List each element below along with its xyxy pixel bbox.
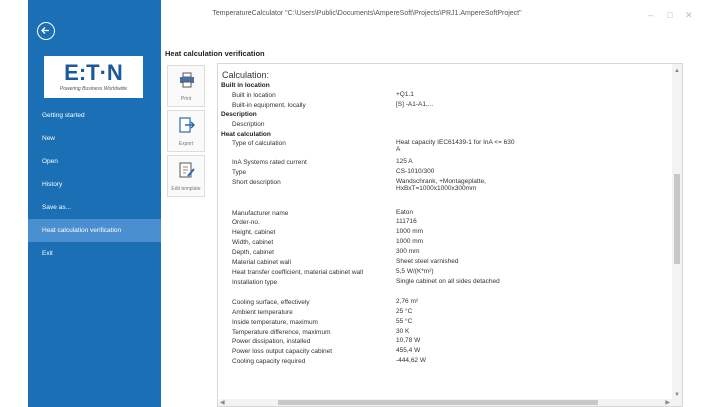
report-row-value: 1000 mm (396, 228, 424, 235)
report-row-value: 5,5 W/(K*m²) (396, 268, 434, 275)
report-row-label: Built-in equipment, locally (232, 102, 306, 109)
report-row-label: Power dissipation, installed (232, 338, 311, 345)
report-row-label: Width, cabinet (232, 239, 274, 246)
report-row-label: Height, cabinet (232, 229, 276, 236)
report-section-heading: Description (221, 111, 257, 118)
edit-template-button[interactable]: Edit template (167, 155, 205, 197)
printer-icon (180, 72, 194, 88)
report-row-label: Order-no. (232, 219, 260, 226)
menu-item-getting-started[interactable]: Getting started (28, 104, 161, 127)
horizontal-scroll-thumb[interactable] (278, 400, 598, 405)
report-row-value: [S] -A1-A1,... (396, 101, 434, 108)
menu-item-history[interactable]: History (28, 173, 161, 196)
report-row-value: 30 K (396, 328, 410, 335)
minimize-button[interactable]: – (648, 10, 653, 20)
horizontal-scrollbar[interactable]: ◀ ▶ (218, 399, 672, 406)
report-row-label: Manufacturer name (232, 210, 289, 217)
report-row-value: Single cabinet on all sides detached (396, 278, 500, 285)
report-toolbar: Print Export Edit template (165, 63, 208, 407)
print-label: Print (180, 96, 192, 102)
report-row-label: Depth, cabinet (232, 249, 274, 256)
vertical-scroll-thumb[interactable] (674, 174, 680, 264)
backstage-menu: Getting started New Open History Save as… (28, 104, 161, 265)
menu-item-exit[interactable]: Exit (28, 242, 161, 265)
report-row-label: Short description (232, 179, 281, 186)
report-title: Calculation: (222, 70, 270, 80)
report-row-value: 25 °C (396, 308, 413, 315)
report-row-value: CS-1010/300 (396, 168, 435, 175)
report-section-heading: Heat calculation (221, 131, 271, 138)
close-button[interactable]: ✕ (685, 10, 693, 21)
report-row-label: Temperature difference, maximum (232, 329, 331, 336)
report-row-label: Inside temperature, maximum (232, 319, 318, 326)
scroll-right-icon[interactable]: ▶ (665, 399, 670, 406)
scroll-left-icon[interactable]: ◀ (220, 399, 225, 406)
logo-tagline: Powering Business Worldwide (59, 86, 128, 92)
report-row-label: Description (232, 121, 265, 128)
back-button[interactable] (37, 22, 55, 40)
report-row-label: Built in location (232, 92, 276, 99)
menu-item-new[interactable]: New (28, 127, 161, 150)
menu-item-save-as[interactable]: Save as... (28, 196, 161, 219)
report-row-value: 455,4 W (396, 347, 421, 354)
export-button[interactable]: Export (167, 110, 205, 152)
app-window: TemperatureCalculator "C:\Users\Public\D… (28, 0, 706, 407)
print-button[interactable]: Print (167, 65, 205, 107)
report-row-label: Heat transfer coefficient, material cabi… (232, 269, 364, 276)
report-row-value: Eaton (396, 209, 413, 216)
report-row-label: Power loss output capacity cabinet (232, 348, 333, 355)
report-row-value: -444,62 W (396, 357, 426, 364)
export-icon (179, 117, 195, 133)
edit-template-icon (179, 162, 195, 178)
report-row-value: 111716 (396, 218, 417, 225)
report-row-label: Type of calculation (232, 140, 286, 147)
report-row-label: Installation type (232, 279, 278, 286)
backstage-sidebar: E:T·N Powering Business Worldwide Gettin… (28, 0, 161, 407)
report-row-value: 10,78 W (396, 337, 421, 344)
report-preview[interactable]: Calculation: Built in location Built in l… (217, 63, 683, 407)
menu-item-heat-calculation-verification[interactable]: Heat calculation verification (28, 219, 161, 242)
logo-wordmark: E:T·N (64, 60, 123, 85)
report-row-label: Cooling surface, effectively (232, 299, 310, 306)
maximize-button[interactable]: □ (667, 10, 672, 20)
scroll-up-icon[interactable]: ▲ (674, 68, 680, 74)
report-row-value: 300 mm (396, 248, 420, 255)
export-label: Export (178, 141, 194, 147)
report-row-value: 125 A (396, 158, 413, 165)
menu-item-open[interactable]: Open (28, 150, 161, 173)
scroll-down-icon[interactable]: ▼ (674, 392, 680, 398)
report-row-value: 55 °C (396, 318, 413, 325)
vertical-scrollbar[interactable]: ▲ ▼ (672, 64, 682, 406)
report-row-value: 1000 mm (396, 238, 424, 245)
report-row-value: 2,76 m² (396, 298, 419, 305)
eaton-logo: E:T·N Powering Business Worldwide (44, 56, 143, 98)
report-row-value: Heat capacity IEC61439-1 for InA <= 630 … (396, 139, 515, 153)
report-row-value: Wandschrank, +Montageplatte, HxBxT=1000x… (396, 178, 486, 192)
edit-template-label: Edit template (171, 186, 201, 192)
report-row-label: InA Systems rated current (232, 159, 307, 166)
report-row-value: Sheet steel varnished (396, 258, 459, 265)
report-row-label: Ambient temperature (232, 309, 293, 316)
report-row-label: Type (232, 169, 247, 176)
arrow-left-icon (41, 27, 49, 34)
report-row-label: Cooling capacity required (232, 358, 306, 365)
report-section-heading: Built in location (221, 82, 270, 89)
report-row-label: Material cabinet wall (232, 259, 291, 266)
page-title: Heat calculation verification (165, 49, 265, 58)
report-row-value: +Q1.1 (396, 91, 414, 98)
